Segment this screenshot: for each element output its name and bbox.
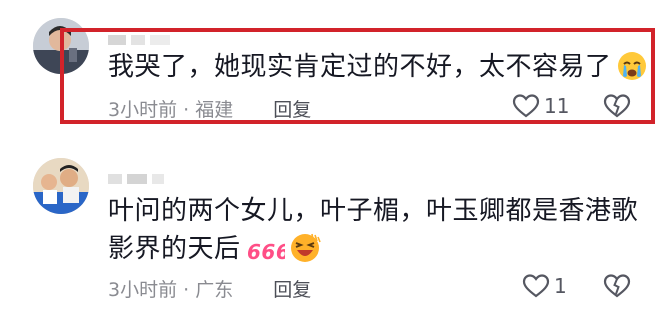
comment-item: 叶问的两个女儿，叶子楣，叶玉卿都是香港歌 影界的天后666 3小时前 · 广东 … (0, 150, 660, 322)
highlight-box (60, 28, 655, 124)
comment-text-line: 叶问的两个女儿，叶子楣，叶玉卿都是香港歌 (108, 196, 639, 226)
laughing-face-icon (289, 232, 321, 275)
sticker-666-text: 666 (247, 240, 285, 264)
comment-time: 3小时前 (108, 279, 178, 301)
avatar[interactable] (33, 158, 89, 214)
broken-heart-icon (603, 274, 631, 298)
like-button[interactable]: 1 (522, 273, 567, 299)
comment-item: 我哭了，她现实肯定过的不好，太不容易了 3小时前 · 福建 回复 11 (0, 0, 660, 150)
reply-button[interactable]: 回复 (273, 279, 311, 301)
comment-meta: 3小时前 · 广东 回复 (108, 275, 311, 302)
comment-location: 广东 (195, 279, 234, 301)
dislike-button[interactable] (603, 273, 631, 303)
heart-icon (522, 274, 550, 298)
username-blurred[interactable] (108, 169, 169, 184)
like-count: 1 (554, 274, 567, 298)
comment-text-line: 影界的天后666 (108, 230, 638, 275)
sticker-666: 666 (245, 237, 290, 275)
comment-text: 叶问的两个女儿，叶子楣，叶玉卿都是香港歌 影界的天后666 (108, 192, 638, 275)
meta-separator: · (183, 279, 190, 301)
